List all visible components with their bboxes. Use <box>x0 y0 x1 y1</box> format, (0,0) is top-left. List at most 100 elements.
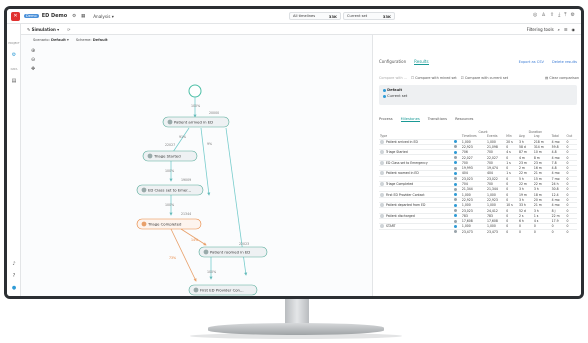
activity-icon <box>380 160 384 165</box>
refresh-icon[interactable]: ⟳ <box>67 27 70 32</box>
data-icon[interactable]: ▤ <box>10 77 18 85</box>
export-csv-button[interactable]: Export as CSV <box>519 60 544 64</box>
user-icon[interactable]: ♙ <box>541 12 545 18</box>
info-subtitle: Current set <box>387 94 408 98</box>
series-dot-icon <box>454 177 458 181</box>
series-dot-icon <box>454 219 458 223</box>
series-dot-icon <box>454 193 458 197</box>
scenario-selector[interactable]: Scenario: Default ▾ <box>33 38 69 42</box>
process-graph: Patient arrived in ED Triage Started ED … <box>136 84 268 296</box>
project-title[interactable]: ED Demo <box>42 13 68 19</box>
series-indicator <box>453 228 461 235</box>
bell-icon[interactable]: ♪ <box>10 260 18 268</box>
current-set-count: Current set 33K <box>343 12 395 20</box>
toolbar-right: Filtering tools ⌕ ☰ ◉ <box>527 27 575 32</box>
mode-selector[interactable]: ✎ Simulation ▾ <box>27 27 59 32</box>
activity-icon <box>380 192 384 197</box>
table-cell: 23,473 <box>460 228 486 235</box>
compare-current-option[interactable]: ☑ Compare with current set <box>461 76 508 80</box>
current-set-label: Current set <box>347 14 368 18</box>
activity-icon <box>380 150 384 155</box>
eye-icon[interactable]: ◉ <box>572 27 576 32</box>
project-tag: Demo <box>24 14 39 18</box>
scheme-selector[interactable]: Scheme: Default <box>76 38 108 42</box>
node-patient-arrived[interactable]: Patient arrived in ED <box>162 116 230 128</box>
node-ed-class-set[interactable]: ED Class set to Emer... <box>136 184 204 196</box>
node-triage-completed[interactable]: Triage Completed <box>136 218 202 230</box>
milestone-type-label: Patient roomed in ED <box>386 171 419 176</box>
analysis-menu[interactable]: Analysis ▾ <box>93 14 114 19</box>
app-screen: ✕ Demo ED Demo ⚙ ▦ Analysis ▾ All timeli… <box>7 9 581 296</box>
subtab-transitions[interactable]: Transitions <box>428 117 447 122</box>
scheme-value: Default <box>92 38 108 42</box>
series-dot-icon <box>454 198 458 202</box>
share-icon[interactable]: ⇪ <box>550 12 554 18</box>
monitor-neck <box>285 299 309 324</box>
milestone-type-label: Triage Started <box>386 150 408 155</box>
tab-results[interactable]: Results <box>414 59 429 65</box>
edge-label: 100% <box>165 203 174 207</box>
series-dot-icon <box>454 187 458 191</box>
zoom-out-icon[interactable]: ⊖ <box>31 57 35 63</box>
upload-icon[interactable]: ⤒ <box>564 12 566 18</box>
info-title: Default <box>387 88 403 92</box>
compare-current-label: Compare with current set <box>464 76 509 80</box>
monitor-bezel: ✕ Demo ED Demo ⚙ ▦ Analysis ▾ All timeli… <box>4 6 584 299</box>
clear-comparison-button[interactable]: ▤ Clear comparison <box>545 76 579 80</box>
delete-results-button[interactable]: Delete results <box>552 60 577 64</box>
node-first-provider[interactable]: First ED Provider Con... <box>188 284 258 296</box>
table-row[interactable]: 23,473 23,473 0 0 0 0 0 <box>379 228 577 235</box>
clear-comparison-label: Clear comparison <box>549 76 579 80</box>
activity-icon <box>380 139 384 144</box>
gear-icon[interactable]: ⚙ <box>71 13 77 19</box>
table-cell: 0 <box>565 228 577 235</box>
edge-label: 14% <box>191 238 198 242</box>
settings-icon[interactable]: ⚙ <box>571 12 575 18</box>
scenario-bar: Scenario: Default ▾ Scheme: Default <box>21 35 372 45</box>
series-dot-icon <box>454 145 458 149</box>
subtab-process[interactable]: Process <box>379 117 393 122</box>
scenario-value: Default <box>50 38 66 42</box>
tab-configuration[interactable]: Configuration <box>379 59 406 65</box>
help-icon[interactable]: ? <box>10 272 18 280</box>
analysis-menu-label: Analysis <box>93 13 111 19</box>
filtering-tools-label[interactable]: Filtering tools <box>527 27 554 32</box>
compare-bar: Compare with ... ☐ Compare with mined se… <box>379 73 579 83</box>
compare-mined-option[interactable]: ☐ Compare with mined set <box>411 76 457 80</box>
toolbar: ✎ Simulation ▾ ⟳ Filtering tools ⌕ ☰ ◉ <box>21 24 581 35</box>
edge-label: 100% <box>207 270 216 274</box>
subtab-resources[interactable]: Resources <box>455 117 473 122</box>
rail-label-project: PROJECT <box>8 42 20 45</box>
all-timelines-label: All timelines <box>293 14 316 18</box>
node-label: Patient roomed in ED <box>210 250 250 255</box>
sliders-icon[interactable]: ☰ <box>564 27 568 32</box>
start-node[interactable] <box>188 84 202 98</box>
current-set-value: 33K <box>382 13 391 19</box>
process-map-canvas[interactable]: Patient arrived in ED Triage Started ED … <box>21 35 372 296</box>
compare-dropdown[interactable]: Compare with ... <box>379 76 407 80</box>
process-icon[interactable]: ⚙ <box>10 51 18 59</box>
edge-label: 21344 <box>181 212 191 216</box>
table-cell: 0 <box>505 228 518 235</box>
info-icon[interactable]: ● <box>10 284 18 292</box>
node-label: Triage Completed <box>147 222 182 227</box>
milestone-type-label: First ED Provider Contact <box>386 192 425 197</box>
table-cell: 0 <box>517 228 533 235</box>
subtab-milestones[interactable]: Milestones <box>400 117 420 122</box>
search-circle-icon[interactable]: ◎ <box>533 12 537 18</box>
activity-icon <box>380 171 384 176</box>
edge-completed-provider <box>170 228 197 282</box>
node-patient-roomed[interactable]: Patient roomed in ED <box>198 246 268 258</box>
mode-label: Simulation <box>31 26 56 32</box>
rail-label-data: DATA <box>10 68 18 71</box>
search-icon[interactable]: ⌕ <box>558 27 560 32</box>
edge-label: 19009 <box>181 178 191 182</box>
layout-icon[interactable]: ▦ <box>80 13 86 19</box>
series-dot-icon <box>454 150 458 154</box>
zoom-in-icon[interactable]: ⊕ <box>31 48 35 54</box>
set-dot-icon <box>383 94 386 98</box>
fit-icon[interactable]: ✥ <box>31 66 35 72</box>
edge-label: 9% <box>207 142 212 146</box>
download-icon[interactable]: ⤓ <box>558 12 560 18</box>
node-triage-started[interactable]: Triage Started <box>142 150 198 162</box>
